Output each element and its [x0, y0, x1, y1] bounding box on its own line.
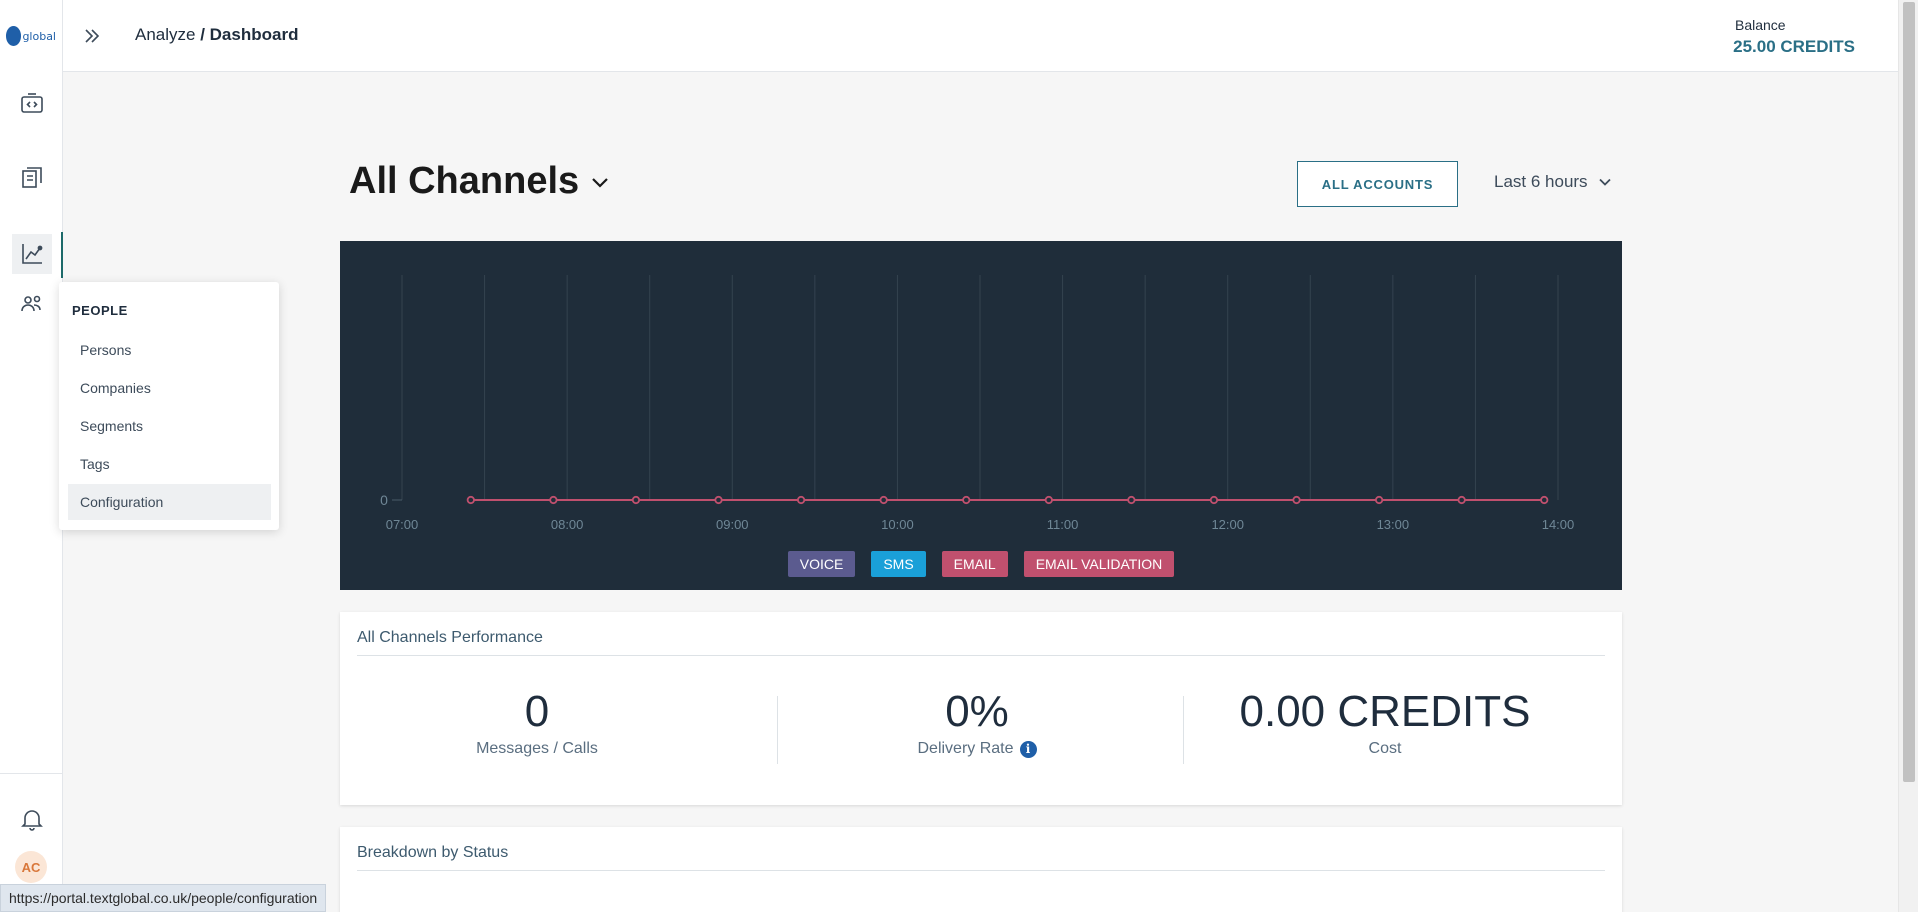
data-point	[631, 495, 641, 505]
data-point	[1292, 495, 1301, 505]
menu-item-persons[interactable]: Persons	[68, 332, 271, 368]
data-point	[466, 495, 475, 505]
data-point	[1209, 495, 1219, 505]
chevron-down-icon	[1598, 178, 1611, 186]
card-divider	[357, 870, 1605, 871]
all-accounts-button[interactable]: ALL ACCOUNTS	[1297, 161, 1458, 207]
bell-icon	[21, 810, 43, 831]
data-point	[1540, 495, 1549, 505]
menu-item-tags[interactable]: Tags	[68, 446, 271, 482]
data-point	[1374, 495, 1384, 505]
avatar[interactable]: AC	[15, 851, 47, 883]
info-icon[interactable]: i	[1019, 740, 1037, 758]
analytics-icon	[22, 244, 43, 264]
sidebar-item-documents[interactable]	[12, 158, 52, 198]
x-tick-label: 14:00	[1542, 517, 1575, 532]
metric-label: Messages / Calls	[476, 740, 598, 757]
menu-item-segments[interactable]: Segments	[68, 408, 271, 444]
data-point	[879, 495, 888, 505]
developer-icon	[21, 93, 43, 113]
chart-canvas: 0 07:00 08:00 09:00 10:00 11:00 12:00 13:00 14:0…	[380, 275, 1575, 532]
metric-label: Cost	[1368, 740, 1402, 757]
link-preview-url: https://portal.textglobal.co.uk/people/c…	[0, 884, 327, 912]
expand-sidebar-button[interactable]	[78, 22, 106, 50]
double-chevron-right-icon	[85, 29, 100, 43]
menu-heading: PEOPLE	[72, 303, 128, 318]
metric-delivery-rate: 0% Delivery Rate i	[777, 690, 1177, 758]
metric-value: 0.00 CREDITS	[1239, 687, 1531, 736]
performance-title: All Channels Performance	[357, 629, 543, 646]
x-tick-label: 07:00	[386, 517, 419, 532]
x-tick-label: 13:00	[1377, 517, 1410, 532]
metric-value: 0	[524, 687, 550, 736]
metric-messages-calls: 0 Messages / Calls	[337, 690, 737, 758]
x-tick-label: 09:00	[716, 517, 749, 532]
metric-label: Delivery Rate	[917, 740, 1014, 757]
documents-icon	[22, 167, 42, 188]
legend-item[interactable]: VOICE	[787, 551, 856, 577]
balance-label: Balance	[1735, 17, 1786, 33]
time-range-select[interactable]: Last 6 hours	[1494, 172, 1612, 192]
data-point	[1044, 495, 1053, 505]
breadcrumb-separator: /	[195, 25, 210, 44]
page-title: All Channels	[349, 160, 580, 202]
logo-mark-icon	[6, 26, 22, 46]
card-divider	[357, 655, 1605, 656]
top-bar: Analyze / Dashboard Balance 25.00 CREDIT…	[63, 0, 1898, 72]
logo-text: global	[22, 29, 56, 43]
sidebar-item-people[interactable]	[12, 284, 52, 324]
data-point	[1127, 495, 1136, 505]
notifications-button[interactable]	[12, 799, 52, 839]
data-point	[962, 495, 971, 505]
breadcrumb-current: Dashboard	[209, 25, 299, 44]
data-point	[714, 495, 723, 505]
menu-item-configuration[interactable]: Configuration	[68, 484, 271, 520]
sidebar-divider	[0, 773, 63, 774]
page-scrollbar[interactable]	[1898, 0, 1918, 912]
chevron-down-icon	[592, 177, 608, 188]
time-range-value: Last 6 hours	[1494, 172, 1588, 191]
people-icon	[21, 295, 41, 312]
sidebar-item-developer[interactable]	[12, 84, 52, 124]
people-menu: PEOPLE Persons Companies Segments Tags C…	[59, 282, 279, 530]
data-point	[1457, 495, 1466, 505]
x-tick-label: 11:00	[1047, 517, 1079, 532]
metric-divider	[1183, 696, 1184, 764]
breadcrumb: Analyze / Dashboard	[135, 25, 298, 45]
breakdown-title: Breakdown by Status	[357, 844, 509, 861]
y-tick-label: 0	[380, 492, 388, 508]
sidebar: global AC	[0, 0, 63, 912]
sidebar-item-analytics[interactable]	[12, 234, 52, 274]
legend-item[interactable]: SMS	[871, 551, 926, 577]
breadcrumb-parent[interactable]: Analyze	[135, 25, 195, 44]
metric-cost: 0.00 CREDITS Cost	[1185, 690, 1585, 758]
x-tick-label: 08:00	[551, 517, 584, 532]
metric-label-row: Delivery Rate i	[777, 740, 1177, 758]
performance-card: All Channels Performance 0 Messages / Ca…	[340, 612, 1622, 805]
menu-item-companies[interactable]: Companies	[68, 370, 271, 406]
channels-chart: 0 07:00 08:00 09:00 10:00 11:00 12:00 13:00 14:0…	[340, 241, 1622, 590]
metric-value: 0%	[945, 687, 1009, 736]
legend-item[interactable]: EMAIL	[941, 551, 1008, 577]
data-point	[549, 495, 558, 505]
x-tick-label: 10:00	[881, 517, 914, 532]
active-indicator	[61, 232, 63, 278]
chart-legend: VOICE SMS EMAIL EMAIL VALIDATION	[340, 551, 1622, 577]
channel-selector[interactable]: All Channels	[349, 160, 611, 203]
breakdown-card: Breakdown by Status	[340, 827, 1622, 912]
scrollbar-thumb[interactable]	[1903, 2, 1915, 782]
balance-value: 25.00 CREDITS	[1733, 37, 1855, 56]
legend-item[interactable]: EMAIL VALIDATION	[1023, 551, 1175, 577]
x-tick-label: 12:00	[1211, 517, 1244, 532]
data-point	[796, 495, 806, 505]
textglobal-logo[interactable]: global	[6, 22, 56, 50]
